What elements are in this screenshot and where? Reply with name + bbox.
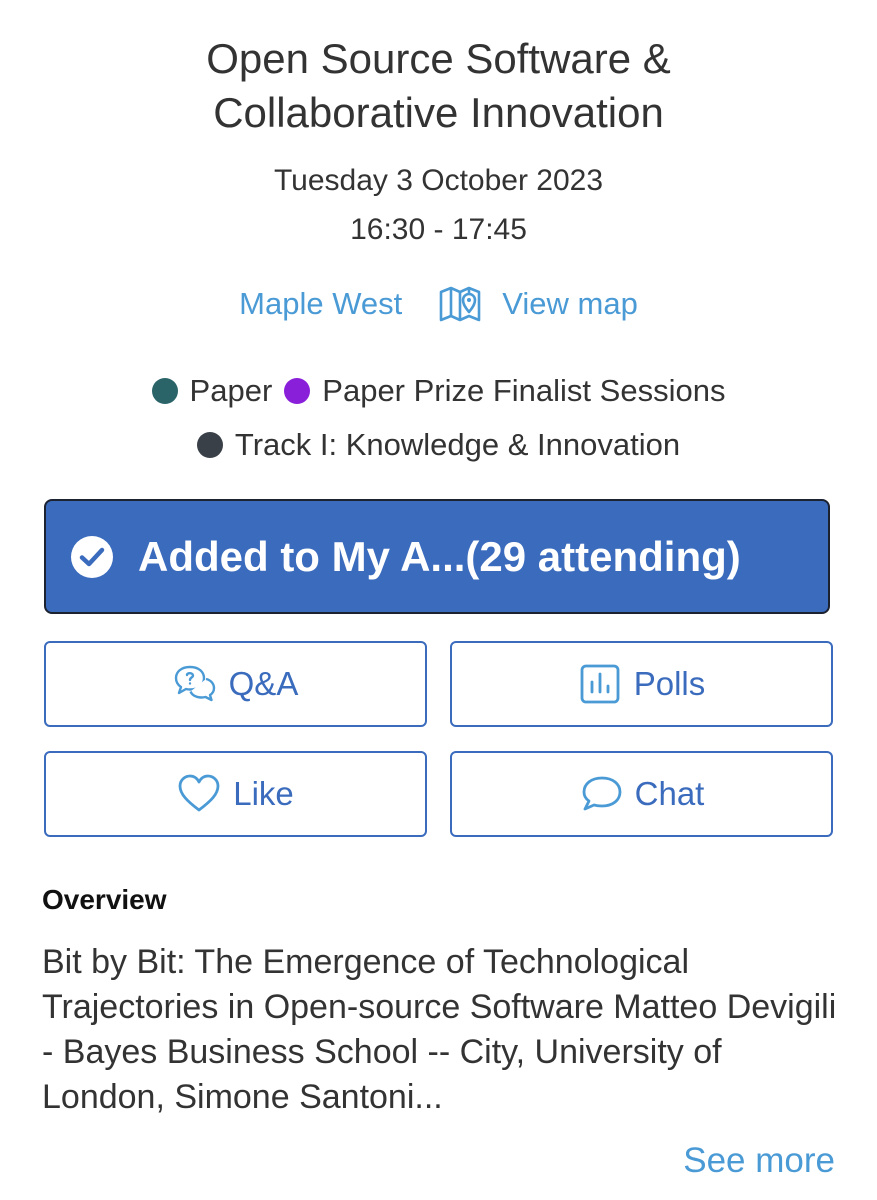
session-date: Tuesday 3 October 2023 (273, 164, 604, 197)
location-row: Maple West View map (0, 282, 877, 326)
session-title-line-2: Collaborative Innovation (213, 89, 664, 136)
map-pin-icon[interactable] (438, 282, 482, 326)
tag-paper: Paper (151, 371, 273, 411)
session-title-line-1: Open Source Software & (206, 35, 671, 82)
chat-label: Chat (634, 775, 705, 812)
overview-heading: Overview (42, 884, 167, 915)
like-label: Like (233, 775, 294, 812)
tag-paper-prize: Paper Prize Finalist Sessions (284, 371, 725, 411)
tag-label-track: Track I: Knowledge & Innovation (234, 427, 681, 462)
chat-bubble-icon (582, 776, 622, 811)
polls-label: Polls (633, 665, 706, 702)
session-time: 16:30 - 17:45 (350, 213, 527, 246)
qa-label: Q&A (228, 665, 299, 702)
tags-row-1: Paper Paper Prize Finalist Sessions (0, 371, 877, 411)
see-more-link[interactable]: See more (683, 1141, 835, 1181)
my-agenda-button[interactable]: Added to My A...(29 attending) (44, 499, 830, 614)
tag-track: Track I: Knowledge & Innovation (196, 425, 681, 465)
like-button[interactable]: Like (44, 751, 427, 837)
view-map-link[interactable]: View map (502, 282, 638, 326)
location-name[interactable]: Maple West (239, 282, 402, 326)
chat-button[interactable]: Chat (450, 751, 833, 837)
overview-text: Bit by Bit: The Emergence of Technologic… (42, 943, 837, 1116)
my-agenda-label: Added to My A...(29 attending) (138, 532, 741, 580)
tag-label-paper: Paper (189, 373, 273, 408)
tag-dot-paper (151, 378, 178, 404)
bar-chart-icon (580, 664, 620, 704)
tag-dot-paper-prize (284, 378, 311, 404)
session-title: Open Source Software & Collaborative Inn… (0, 32, 877, 140)
polls-button[interactable]: Polls (450, 641, 833, 727)
tag-dot-track (196, 432, 223, 458)
tags-row-2: Track I: Knowledge & Innovation (0, 425, 877, 465)
qa-bubbles-icon (174, 665, 215, 702)
heart-icon (178, 774, 220, 812)
qa-button[interactable]: Q&A (44, 641, 427, 727)
tag-label-paper-prize: Paper Prize Finalist Sessions (322, 373, 726, 408)
check-circle-icon (71, 535, 113, 578)
